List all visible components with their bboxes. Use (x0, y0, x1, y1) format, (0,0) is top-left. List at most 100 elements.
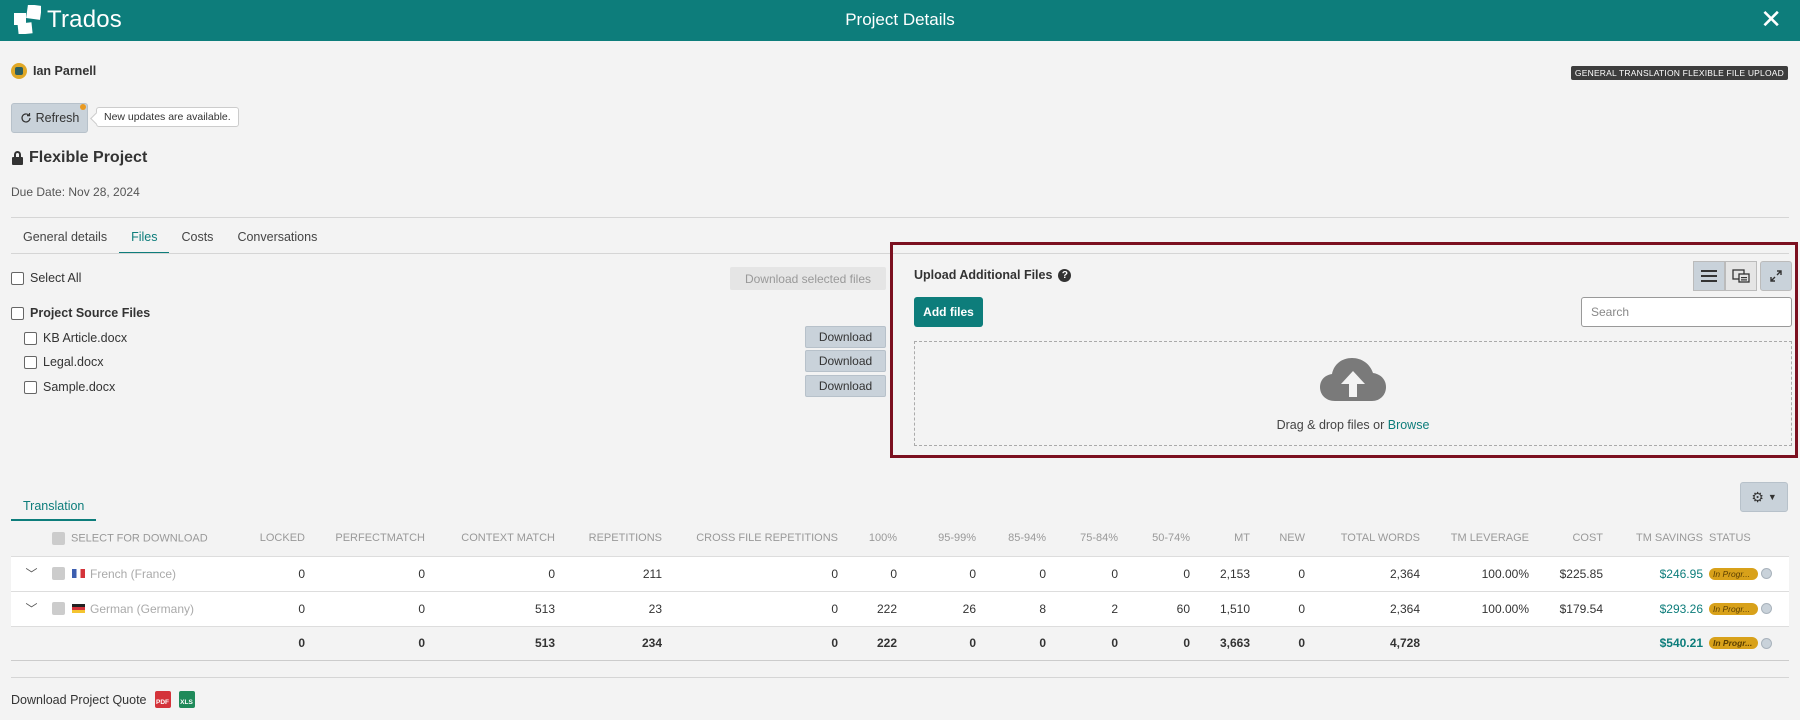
column-header[interactable]: SELECT FOR DOWNLOAD (52, 521, 226, 557)
column-header: LOCKED (226, 521, 311, 557)
file-checkbox[interactable] (24, 331, 37, 345)
project-name: Flexible Project (29, 149, 148, 166)
select-all[interactable]: Select All (11, 271, 81, 285)
file-item[interactable]: Legal.docx (24, 355, 103, 369)
select-all-rows-checkbox[interactable] (52, 531, 65, 545)
total-95-99: 0 (903, 626, 982, 661)
tab-conversations[interactable]: Conversations (225, 224, 329, 254)
total-cross-file-repetitions: 0 (668, 626, 844, 661)
cell-locked: 0 (226, 591, 311, 627)
preview-icon[interactable] (1761, 603, 1772, 614)
cloud-upload-icon (1320, 358, 1386, 401)
add-files-button[interactable]: Add files (914, 297, 983, 327)
cell-context-match: 0 (431, 556, 561, 592)
lock-icon (12, 151, 23, 165)
cell-tm-savings: $293.26 (1609, 591, 1709, 627)
preview-icon[interactable] (1761, 637, 1772, 649)
total-50-74: 0 (1124, 626, 1196, 661)
cell-tm-savings: $246.95 (1609, 556, 1709, 592)
download-selected-button[interactable]: Download selected files (730, 267, 886, 290)
cell-95-99: 26 (903, 591, 982, 627)
refresh-icon (21, 113, 31, 123)
browse-link[interactable]: Browse (1388, 418, 1430, 432)
row-checkbox[interactable] (52, 602, 65, 615)
caret-down-icon: ▼ (1767, 492, 1777, 502)
flag-france-icon (72, 569, 85, 578)
file-item[interactable]: Sample.docx (24, 380, 115, 394)
cell-repetitions: 211 (561, 556, 668, 592)
cell-50-74: 60 (1124, 591, 1196, 627)
project-type-badge: GENERAL TRANSLATION FLEXIBLE FILE UPLOAD (1570, 66, 1788, 80)
cell-mt: 1,510 (1196, 591, 1256, 627)
cell-total-words: 2,364 (1311, 591, 1426, 627)
total-perfectmatch: 0 (311, 626, 431, 661)
upload-title: Upload Additional Files ? (914, 268, 1072, 282)
file-name: KB Article.docx (43, 331, 128, 345)
cell-perfectmatch: 0 (311, 556, 431, 592)
language-cell: French (France) (52, 557, 220, 591)
tab-costs[interactable]: Costs (169, 224, 225, 254)
chevron-down-icon[interactable]: ﹀ (11, 556, 52, 592)
status-cell: In Progr... (1709, 567, 1783, 580)
download-button[interactable]: Download (805, 350, 886, 372)
total-total-words: 4,728 (1311, 626, 1426, 661)
total-75-84: 0 (1052, 626, 1124, 661)
gear-icon: ⚙ (1751, 488, 1764, 505)
cell-total-words: 2,364 (1311, 556, 1426, 592)
language-name: French (France) (90, 566, 177, 581)
cell-cross-file-repetitions: 0 (668, 556, 844, 592)
total-new: 0 (1256, 626, 1311, 661)
row-checkbox[interactable] (52, 567, 65, 580)
detail-view-button[interactable] (1725, 261, 1757, 291)
cell-85-94: 8 (982, 591, 1052, 627)
download-button[interactable]: Download (805, 375, 886, 397)
cell-cost: $225.85 (1535, 556, 1609, 592)
settings-button[interactable]: ⚙ ▼ (1740, 482, 1788, 512)
upload-title-text: Upload Additional Files (914, 268, 1053, 282)
group-checkbox[interactable] (11, 306, 24, 320)
file-dropzone[interactable]: Drag & drop files or Browse (914, 341, 1792, 446)
column-header: COST (1535, 521, 1609, 557)
pdf-file-icon[interactable]: PDF (154, 691, 171, 708)
refresh-button[interactable]: Refresh (11, 103, 88, 133)
totals-row: 0 0 513 234 0 222 0 0 0 0 3,663 0 4,728 … (11, 626, 1789, 661)
drop-text: Drag & drop files or Browse (1276, 418, 1430, 432)
user-name: Ian Parnell (33, 64, 97, 78)
tab-general-details[interactable]: General details (11, 224, 119, 254)
list-view-button[interactable] (1693, 261, 1725, 291)
chevron-down-icon[interactable]: ﹀ (11, 591, 52, 627)
cell-context-match: 513 (431, 591, 561, 627)
search-input[interactable] (1581, 297, 1792, 327)
cell-new: 0 (1256, 591, 1311, 627)
avatar (11, 63, 27, 79)
cell-repetitions: 23 (561, 591, 668, 627)
select-all-checkbox[interactable] (11, 271, 24, 285)
tab-translation[interactable]: Translation (11, 493, 97, 521)
cell-75-84: 2 (1052, 591, 1124, 627)
total-tm-savings: $540.21 (1609, 626, 1709, 661)
xls-file-icon[interactable]: XLS (178, 691, 195, 708)
flag-germany-icon (72, 604, 85, 613)
cell-mt: 2,153 (1196, 556, 1256, 592)
file-item[interactable]: KB Article.docx (24, 331, 127, 345)
total-repetitions: 234 (561, 626, 668, 661)
help-icon[interactable]: ? (1058, 268, 1072, 282)
column-header: NEW (1256, 521, 1311, 557)
tab-files[interactable]: Files (119, 224, 170, 254)
status-cell: In Progr... (1709, 602, 1783, 615)
column-header: CONTEXT MATCH (431, 521, 561, 557)
table-row: ﹀ French (France) 0 0 0 211 0 0 0 0 0 0 … (11, 556, 1789, 592)
project-source-files-group[interactable]: Project Source Files (11, 306, 150, 320)
file-checkbox[interactable] (24, 380, 37, 394)
file-checkbox[interactable] (24, 355, 37, 369)
user-info: Ian Parnell (11, 63, 96, 79)
total-locked: 0 (226, 626, 311, 661)
column-header: CROSS FILE REPETITIONS (668, 521, 844, 557)
status-badge: In Progr... (1709, 602, 1758, 615)
close-icon[interactable]: ✕ (1760, 6, 1782, 32)
expand-button[interactable] (1760, 261, 1792, 291)
cell-tm-leverage: 100.00% (1426, 591, 1535, 627)
cell-cost: $179.54 (1535, 591, 1609, 627)
download-button[interactable]: Download (805, 326, 886, 348)
preview-icon[interactable] (1761, 568, 1772, 579)
